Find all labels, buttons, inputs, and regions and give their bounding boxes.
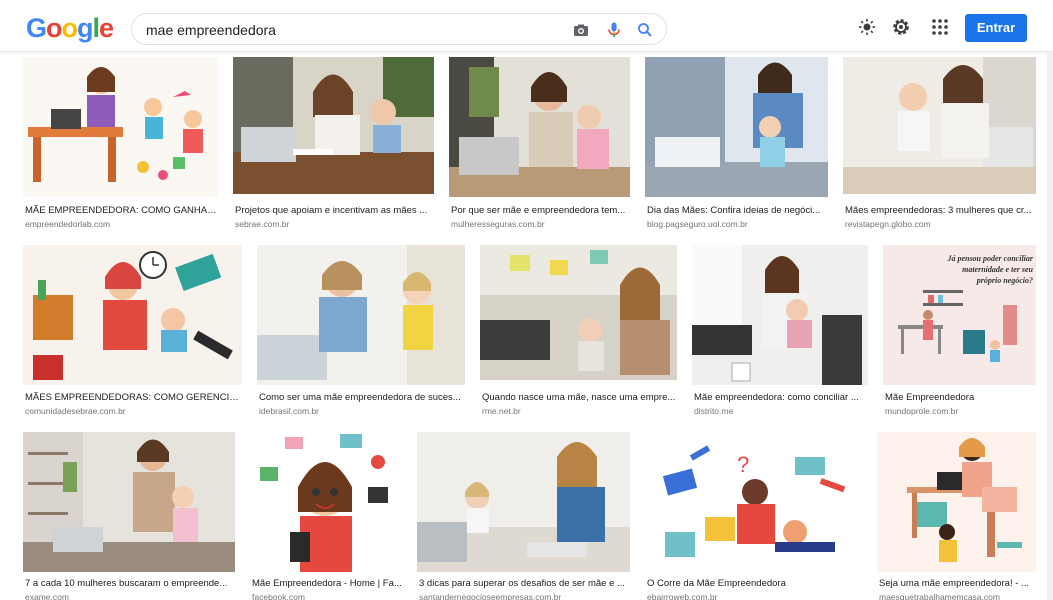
- svg-text:Já pensou poder conciliar: Já pensou poder conciliar: [946, 254, 1033, 263]
- result-thumbnail[interactable]: [417, 432, 630, 572]
- result-thumbnail[interactable]: [250, 432, 402, 572]
- image-result[interactable]: Dia das Mães: Confira ideias de negóci..…: [645, 57, 828, 232]
- result-source: mulheresseguras.com.br: [451, 219, 545, 229]
- image-result[interactable]: Seja uma mãe empreendedora! - ... maesqu…: [877, 432, 1036, 600]
- image-result[interactable]: Já pensou poder conciliar maternidade e t…: [883, 245, 1036, 420]
- top-bar: Google Entrar: [0, 0, 1053, 52]
- result-source: distrito.me: [694, 406, 734, 416]
- result-title[interactable]: Mãe Empreendedora: [885, 392, 1036, 404]
- result-source: mundoprole.com.br: [885, 406, 959, 416]
- result-source: santandernegocioseempresas.com.br: [419, 592, 562, 600]
- brightness-icon[interactable]: [857, 17, 877, 37]
- image-result[interactable]: MÃES EMPREENDEDORAS: COMO GERENCIAR ... …: [23, 245, 242, 420]
- image-result[interactable]: Mãe empreendedora: como conciliar ... di…: [692, 245, 868, 420]
- result-title[interactable]: Por que ser mãe e empreendedora tem...: [451, 205, 630, 217]
- result-title[interactable]: Quando nasce uma mãe, nasce uma empre...: [482, 392, 677, 404]
- microphone-icon[interactable]: [605, 21, 623, 39]
- svg-text:?: ?: [737, 452, 749, 477]
- result-thumbnail[interactable]: [480, 245, 677, 380]
- search-icon[interactable]: [636, 21, 654, 39]
- sign-in-button[interactable]: Entrar: [965, 14, 1027, 42]
- result-title[interactable]: Seja uma mãe empreendedora! - ...: [879, 578, 1036, 590]
- result-source: sebrae.com.br: [235, 219, 290, 229]
- result-thumbnail[interactable]: [23, 432, 235, 572]
- result-thumbnail[interactable]: [843, 57, 1036, 194]
- result-source: idebrasil.com.br: [259, 406, 319, 416]
- result-source: empreendedorlab.com: [25, 219, 111, 229]
- result-source: blog.pagseguro.uol.com.br: [647, 219, 748, 229]
- result-title[interactable]: 7 a cada 10 mulheres buscaram o empreend…: [25, 578, 235, 590]
- image-result[interactable]: MÃE EMPREENDEDORA: COMO GANHAR ... empre…: [23, 57, 218, 232]
- image-result[interactable]: 7 a cada 10 mulheres buscaram o empreend…: [23, 432, 235, 600]
- result-title[interactable]: MÃES EMPREENDEDORAS: COMO GERENCIAR ...: [25, 392, 242, 404]
- result-title[interactable]: Mãe empreendedora: como conciliar ...: [694, 392, 868, 404]
- image-result[interactable]: 3 dicas para superar os desafios de ser …: [417, 432, 630, 600]
- image-result[interactable]: Por que ser mãe e empreendedora tem... m…: [449, 57, 630, 232]
- svg-text:próprio negócio?: próprio negócio?: [976, 276, 1033, 285]
- result-title[interactable]: Como ser uma mãe empreendedora de suces.…: [259, 392, 465, 404]
- google-logo[interactable]: Google: [26, 13, 114, 43]
- result-source: facebook.com: [252, 592, 305, 600]
- result-title[interactable]: O Corre da Mãe Empreendedora: [647, 578, 862, 590]
- result-thumbnail[interactable]: [692, 245, 868, 385]
- scrollbar[interactable]: [1047, 52, 1053, 600]
- result-thumbnail[interactable]: [645, 57, 828, 197]
- camera-icon[interactable]: [572, 21, 590, 39]
- image-result[interactable]: Quando nasce uma mãe, nasce uma empre...…: [480, 245, 677, 420]
- result-source: maesquetrabalhamemcasa.com: [879, 592, 1000, 600]
- image-result[interactable]: ? O Corre da Mãe Empreendedora ebairrowe…: [645, 432, 862, 600]
- result-thumbnail[interactable]: [877, 432, 1036, 572]
- result-title[interactable]: Dia das Mães: Confira ideias de negóci..…: [647, 205, 828, 217]
- settings-icon[interactable]: [891, 17, 911, 37]
- apps-icon[interactable]: [930, 17, 950, 37]
- result-thumbnail[interactable]: [23, 57, 218, 197]
- result-thumbnail[interactable]: ?: [645, 432, 862, 572]
- result-source: revistapegn.globo.com: [845, 219, 931, 229]
- svg-text:maternidade e ter seu: maternidade e ter seu: [962, 265, 1033, 274]
- result-thumbnail[interactable]: [449, 57, 630, 197]
- result-thumbnail[interactable]: [233, 57, 434, 194]
- result-title[interactable]: 3 dicas para superar os desafios de ser …: [419, 578, 630, 590]
- image-result[interactable]: Como ser uma mãe empreendedora de suces.…: [257, 245, 465, 420]
- result-thumbnail[interactable]: [257, 245, 465, 385]
- image-result[interactable]: Mãe Empreendedora - Home | Fa... faceboo…: [250, 432, 402, 600]
- image-result[interactable]: Mães empreendedoras: 3 mulheres que cr..…: [843, 57, 1036, 232]
- result-title[interactable]: MÃE EMPREENDEDORA: COMO GANHAR ...: [25, 205, 218, 217]
- result-thumbnail[interactable]: Já pensou poder conciliar maternidade e t…: [883, 245, 1036, 385]
- result-title[interactable]: Mães empreendedoras: 3 mulheres que cr..…: [845, 205, 1036, 217]
- image-result[interactable]: Projetos que apoiam e incentivam as mães…: [233, 57, 434, 232]
- result-source: exame.com: [25, 592, 69, 600]
- search-box[interactable]: [131, 13, 667, 45]
- search-input[interactable]: [146, 20, 546, 40]
- result-source: ebairroweb.com.br: [647, 592, 718, 600]
- result-thumbnail[interactable]: [23, 245, 242, 385]
- result-source: rme.net.br: [482, 406, 521, 416]
- result-source: comunidadesebrae.com.br: [25, 406, 126, 416]
- result-title[interactable]: Projetos que apoiam e incentivam as mães…: [235, 205, 434, 217]
- result-title[interactable]: Mãe Empreendedora - Home | Fa...: [252, 578, 402, 590]
